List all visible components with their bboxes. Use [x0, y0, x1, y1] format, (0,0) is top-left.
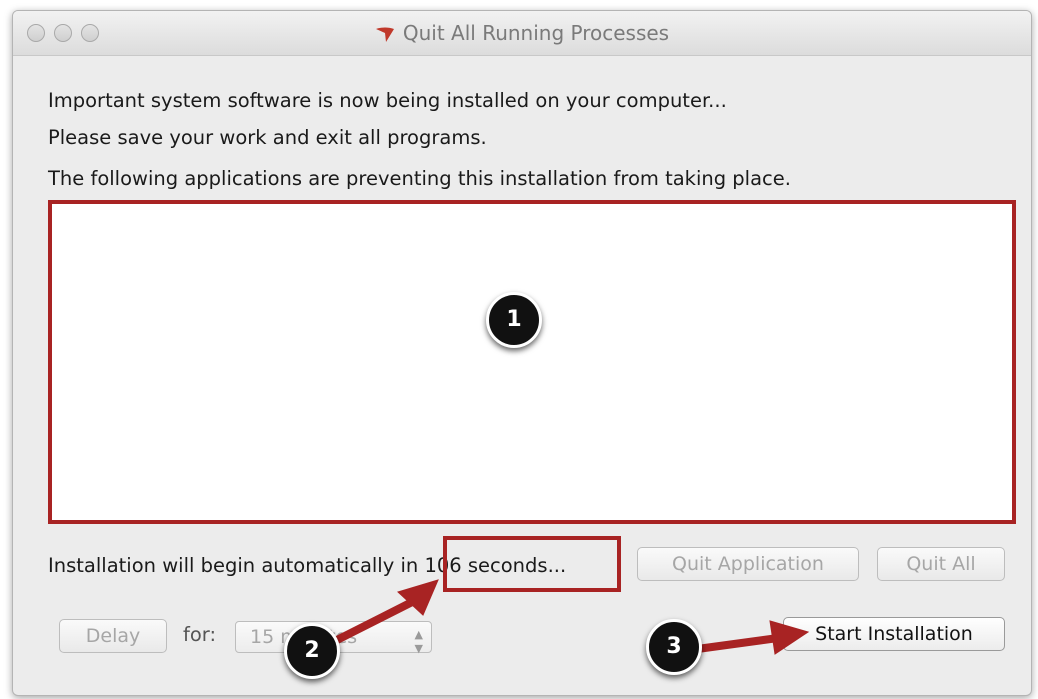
- arrow-3-head: [769, 620, 810, 655]
- callout-2: 2: [284, 623, 340, 679]
- callout-1: 1: [486, 292, 542, 348]
- annotation-arrows: [333, 579, 810, 655]
- callout-3: 3: [646, 619, 702, 675]
